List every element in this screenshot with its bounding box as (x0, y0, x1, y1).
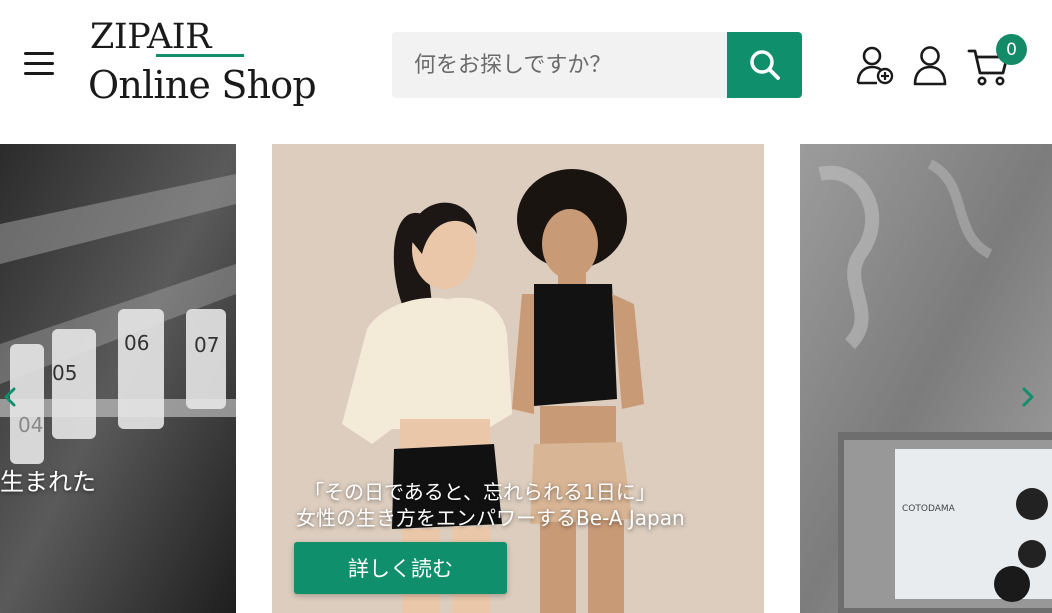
chevron-right-icon (1022, 387, 1034, 407)
carousel-slide-next[interactable]: COTODAMA (800, 144, 1052, 613)
chevron-left-icon (4, 387, 16, 407)
product-brand-label: COTODAMA (902, 504, 956, 514)
site-header: ZIPAIR Online Shop 何をお探しですか？ 0 (0, 0, 1052, 134)
cart-count-badge: 0 (996, 34, 1027, 65)
logo-wordmark-top: ZIPAIR (90, 17, 211, 57)
slide-caption-line2: 女性の生き方をエンパワーするBe-A Japan (296, 506, 685, 530)
account-add-icon (856, 46, 894, 85)
svg-text:06: 06 (124, 331, 149, 355)
carousel-next-button[interactable] (1018, 383, 1038, 411)
carousel-prev-button[interactable] (0, 383, 20, 411)
read-more-button[interactable]: 詳しく読む (294, 542, 507, 594)
carousel-slide-active[interactable]: 「その日であると、忘れられる1日に」 女性の生き方をエンパワーするBe-A Ja… (272, 144, 764, 613)
slide-caption: 生まれた (0, 468, 96, 496)
menu-icon[interactable] (22, 50, 56, 78)
skincare-products-image: 05 06 07 04 (0, 144, 236, 613)
account-icon (913, 46, 947, 86)
logo-wordmark-bottom: Online Shop (88, 63, 317, 107)
search-icon (749, 50, 780, 80)
speaker-product-image: COTODAMA (800, 144, 1052, 613)
search-button[interactable] (727, 32, 802, 98)
svg-text:07: 07 (194, 333, 219, 357)
carousel-slide-previous[interactable]: 05 06 07 04 生まれた (0, 144, 236, 613)
search-bar (392, 32, 802, 98)
site-logo[interactable]: ZIPAIR Online Shop (88, 16, 338, 112)
slide-caption-line1: 「その日であると、忘れられる1日に」 (304, 480, 656, 504)
account-register-button[interactable] (854, 44, 896, 88)
svg-text:04: 04 (18, 413, 43, 437)
search-input[interactable] (392, 32, 727, 98)
logo-underline (156, 54, 244, 57)
account-button[interactable] (909, 44, 951, 88)
svg-text:05: 05 (52, 361, 77, 385)
